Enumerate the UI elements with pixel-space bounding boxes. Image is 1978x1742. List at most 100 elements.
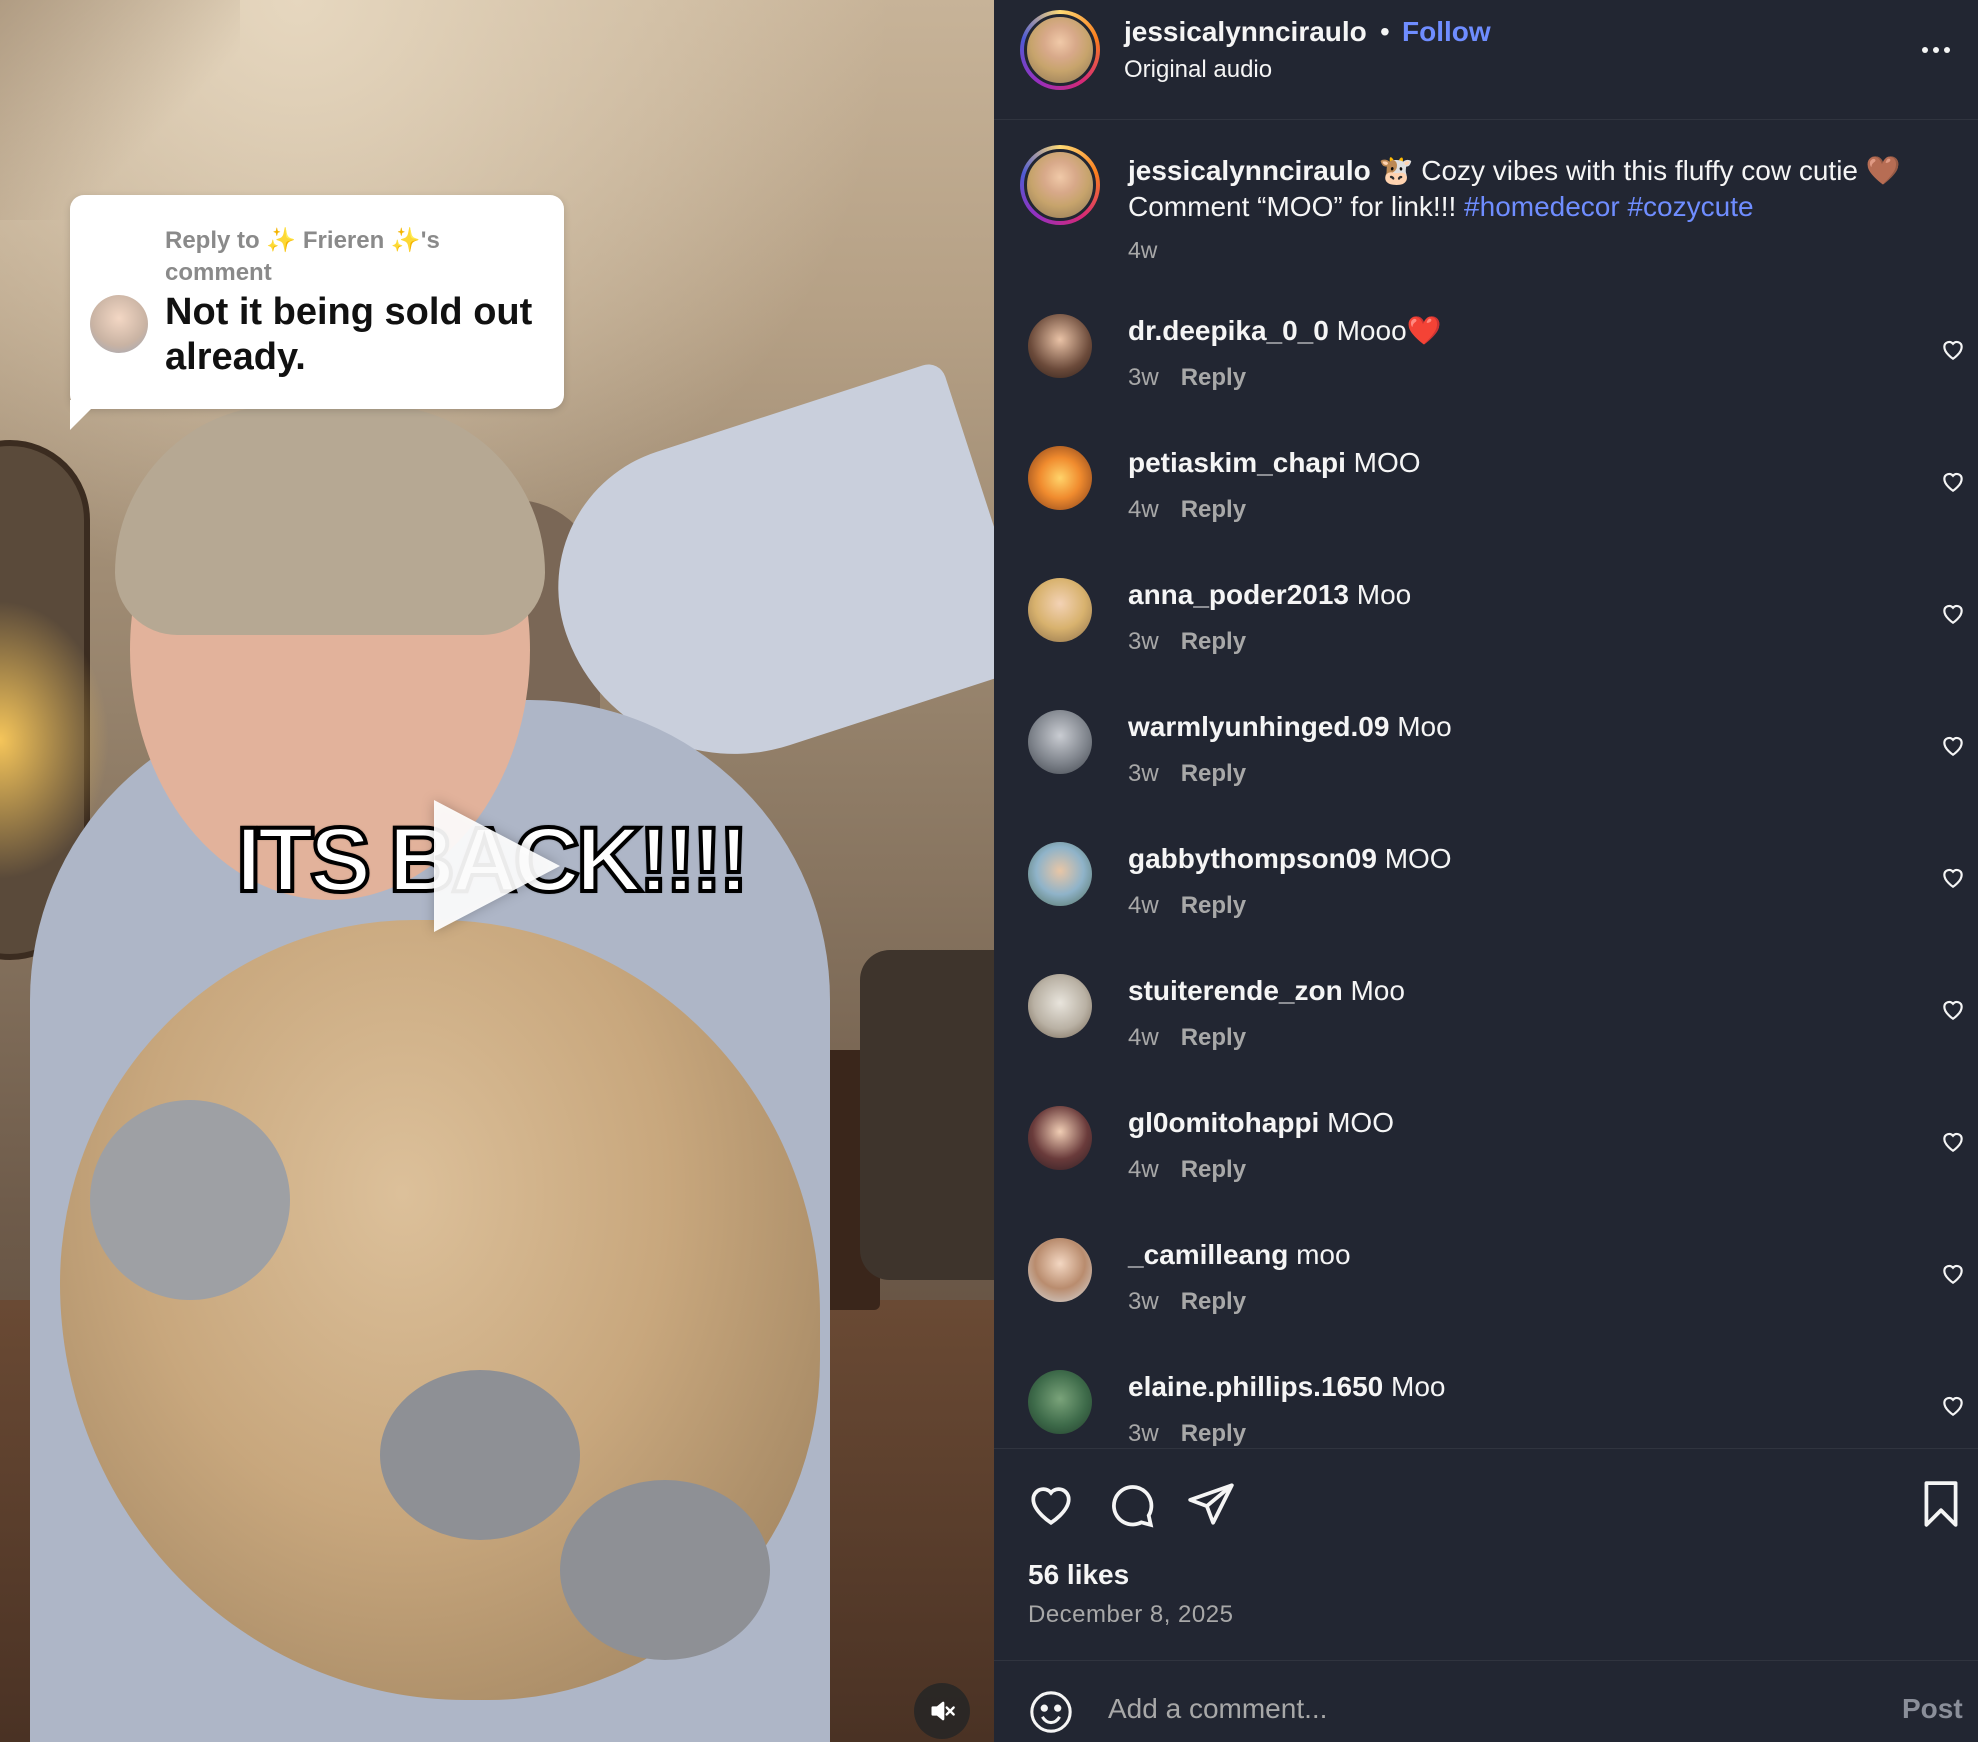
heart-icon[interactable]: [1940, 996, 1966, 1022]
comment-meta: 3w Reply: [1128, 364, 1246, 392]
comment-text: Moo: [1391, 1371, 1446, 1402]
commenter-username[interactable]: dr.deepika_0_0: [1128, 315, 1329, 346]
comment-line: stuiterende_zon Moo: [1128, 974, 1405, 1008]
commenter-username[interactable]: elaine.phillips.1650: [1128, 1371, 1383, 1402]
post-date: December 8, 2025: [1028, 1601, 1234, 1628]
commenter-username[interactable]: gl0omitohappi: [1128, 1107, 1319, 1138]
reply-sticker-label: Reply to ✨ Frieren ✨'s comment: [165, 227, 440, 286]
likes-count[interactable]: 56 likes: [1028, 1559, 1129, 1591]
header-separator: •: [1380, 16, 1390, 47]
comment-item: dr.deepika_0_0 Mooo❤️ 3w Reply: [994, 300, 1978, 432]
mute-button[interactable]: [914, 1683, 970, 1739]
author-avatar[interactable]: [1020, 10, 1100, 90]
video-plush-toy: [380, 1370, 580, 1540]
reply-button[interactable]: Reply: [1181, 628, 1246, 655]
commenter-avatar[interactable]: [1028, 578, 1092, 642]
comment-item: warmlyunhinged.09 Moo 3w Reply: [994, 696, 1978, 828]
heart-icon[interactable]: [1940, 1260, 1966, 1286]
comment-timestamp: 4w: [1128, 496, 1159, 523]
reply-button[interactable]: Reply: [1181, 1024, 1246, 1051]
heart-icon[interactable]: [1940, 732, 1966, 758]
commenter-username[interactable]: gabbythompson09: [1128, 843, 1377, 874]
smiley-icon[interactable]: [1028, 1689, 1074, 1735]
commenter-avatar[interactable]: [1028, 974, 1092, 1038]
comment-item: anna_poder2013 Moo 3w Reply: [994, 564, 1978, 696]
comment-meta: 3w Reply: [1128, 628, 1246, 656]
comment-item: stuiterende_zon Moo 4w Reply: [994, 960, 1978, 1092]
comment-line: anna_poder2013 Moo: [1128, 578, 1411, 612]
reply-sticker-avatar: [90, 295, 148, 353]
heart-icon[interactable]: [1940, 1128, 1966, 1154]
caption-username[interactable]: jessicalynnciraulo: [1128, 155, 1371, 186]
reply-button[interactable]: Reply: [1181, 1420, 1246, 1447]
commenter-avatar[interactable]: [1028, 710, 1092, 774]
post-button[interactable]: Post: [1902, 1693, 1963, 1725]
reply-button[interactable]: Reply: [1181, 496, 1246, 523]
heart-icon[interactable]: [1940, 1392, 1966, 1418]
heart-icon[interactable]: [1940, 864, 1966, 890]
caption-timestamp: 4w: [1128, 237, 1158, 263]
reply-button[interactable]: Reply: [1181, 364, 1246, 391]
caption-author-avatar[interactable]: [1020, 145, 1100, 225]
commenter-avatar[interactable]: [1028, 1370, 1092, 1434]
comment-meta: 4w Reply: [1128, 1024, 1246, 1052]
comment-text: MOO: [1384, 843, 1452, 874]
comment-text: moo: [1296, 1239, 1351, 1270]
original-audio-link[interactable]: Original audio: [1124, 56, 1272, 84]
comment-line: gl0omitohappi MOO: [1128, 1106, 1394, 1140]
reply-button[interactable]: Reply: [1181, 1156, 1246, 1183]
comment-item: gabbythompson09 MOO 4w Reply: [994, 828, 1978, 960]
heart-icon[interactable]: [1940, 600, 1966, 626]
comment-line: dr.deepika_0_0 Mooo❤️: [1128, 314, 1442, 348]
comment-line: _camilleang moo: [1128, 1238, 1351, 1272]
caption-text: jessicalynnciraulo 🐮 Cozy vibes with thi…: [1128, 153, 1948, 225]
commenter-username[interactable]: _camilleang: [1128, 1239, 1288, 1270]
comment-line: elaine.phillips.1650 Moo: [1128, 1370, 1445, 1404]
comment-text: Moo: [1356, 579, 1412, 610]
reply-sticker-tail: [70, 400, 100, 430]
reply-button[interactable]: Reply: [1181, 1288, 1246, 1315]
video-player[interactable]: Reply to ✨ Frieren ✨'s comment Not it be…: [0, 0, 994, 1742]
play-icon[interactable]: [434, 800, 560, 932]
bookmark-icon[interactable]: [1916, 1479, 1966, 1529]
follow-button[interactable]: Follow: [1402, 16, 1491, 48]
commenter-avatar[interactable]: [1028, 842, 1092, 906]
hashtag-link[interactable]: #cozycute: [1627, 191, 1753, 222]
comment-meta: 3w Reply: [1128, 1420, 1246, 1448]
comment-meta: 4w Reply: [1128, 496, 1246, 524]
comment-timestamp: 4w: [1128, 1024, 1159, 1051]
reply-button[interactable]: Reply: [1181, 892, 1246, 919]
comments-list[interactable]: dr.deepika_0_0 Mooo❤️ 3w Reply petiaskim_…: [994, 300, 1978, 1448]
more-options-icon[interactable]: [1914, 28, 1958, 72]
commenter-username[interactable]: anna_poder2013: [1128, 579, 1349, 610]
comment-item: gl0omitohappi MOO 4w Reply: [994, 1092, 1978, 1224]
reply-button[interactable]: Reply: [1181, 760, 1246, 787]
reply-sticker-text: Not it being sold out already.: [165, 291, 533, 378]
commenter-avatar[interactable]: [1028, 1106, 1092, 1170]
post-actions: 56 likes December 8, 2025: [994, 1448, 1978, 1660]
post-header: jessicalynnciraulo • Follow Original aud…: [994, 0, 1978, 120]
comment-bubble-icon[interactable]: [1106, 1479, 1156, 1529]
commenter-username[interactable]: petiaskim_chapi: [1128, 447, 1346, 478]
heart-icon[interactable]: [1026, 1479, 1076, 1529]
comment-line: petiaskim_chapi MOO: [1128, 446, 1421, 480]
commenter-username[interactable]: stuiterende_zon: [1128, 975, 1343, 1006]
heart-icon[interactable]: [1940, 336, 1966, 362]
commenter-avatar[interactable]: [1028, 446, 1092, 510]
comment-input[interactable]: [1108, 1687, 1828, 1731]
video-person: [115, 405, 545, 635]
comment-line: gabbythompson09 MOO: [1128, 842, 1452, 876]
comment-meta: 3w Reply: [1128, 1288, 1246, 1316]
heart-icon[interactable]: [1940, 468, 1966, 494]
muted-speaker-icon: [931, 1701, 955, 1721]
commenter-avatar[interactable]: [1028, 314, 1092, 378]
paper-plane-icon[interactable]: [1186, 1479, 1236, 1529]
commenter-avatar[interactable]: [1028, 1238, 1092, 1302]
hashtag-link[interactable]: #homedecor: [1464, 191, 1620, 222]
author-username[interactable]: jessicalynnciraulo: [1124, 16, 1367, 48]
commenter-username[interactable]: warmlyunhinged.09: [1128, 711, 1389, 742]
comment-timestamp: 3w: [1128, 628, 1159, 655]
comment-timestamp: 3w: [1128, 1288, 1159, 1315]
post-side-panel: jessicalynnciraulo • Follow Original aud…: [994, 0, 1978, 1742]
comment-timestamp: 3w: [1128, 760, 1159, 787]
